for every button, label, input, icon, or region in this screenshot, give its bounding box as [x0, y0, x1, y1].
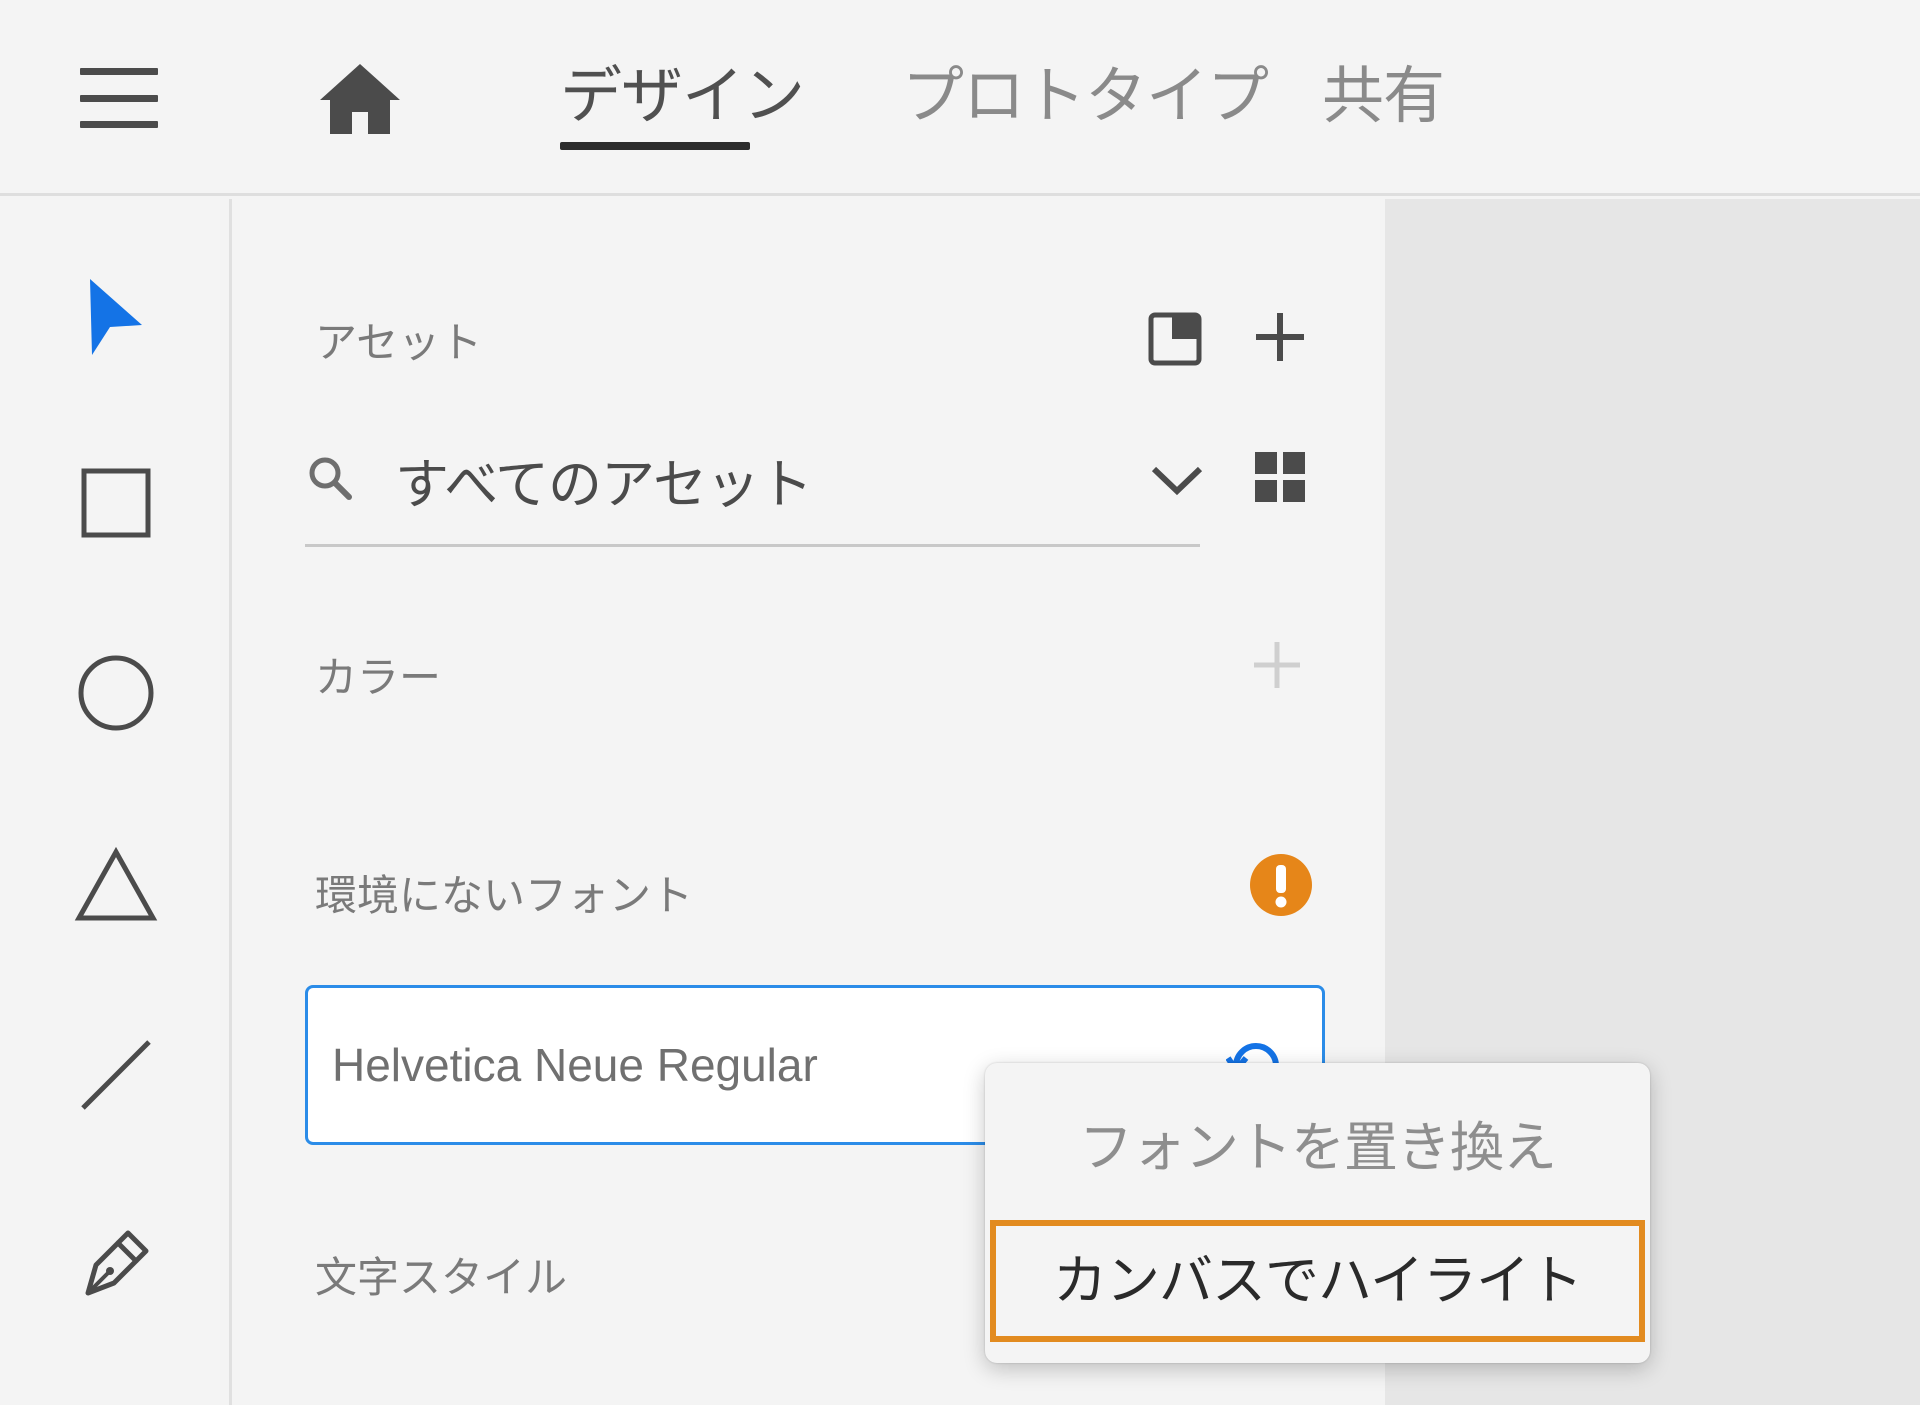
asset-filter-input[interactable]: [395, 437, 1055, 521]
add-color-icon[interactable]: [1247, 635, 1307, 695]
chevron-down-icon[interactable]: [1150, 463, 1204, 497]
pen-tool-icon[interactable]: [70, 1217, 162, 1309]
character-styles-label: 文字スタイル: [315, 1253, 568, 1302]
hamburger-menu-icon[interactable]: [80, 68, 158, 128]
tool-bar: [0, 199, 232, 1405]
menu-item-highlight-on-canvas[interactable]: カンバスでハイライト: [990, 1220, 1645, 1342]
missing-font-name: Helvetica Neue Regular: [332, 1039, 818, 1091]
rectangle-tool-icon[interactable]: [70, 457, 162, 549]
tab-prototype[interactable]: プロトタイプ: [902, 54, 1269, 196]
xd-app: デザイン プロトタイプ 共有 アセット すべてのアセット カラー 環境にないフォ…: [0, 0, 1920, 1405]
top-bar: デザイン プロトタイプ 共有: [0, 0, 1920, 196]
select-tool-icon[interactable]: [70, 271, 162, 363]
grid-view-icon[interactable]: [1250, 447, 1310, 507]
triangle-tool-icon[interactable]: [70, 839, 162, 931]
tab-design[interactable]: デザイン: [560, 54, 805, 196]
open-library-icon[interactable]: [1145, 309, 1205, 369]
asset-search-bar: [305, 419, 1203, 547]
add-asset-icon[interactable]: [1250, 307, 1310, 367]
line-tool-icon[interactable]: [70, 1029, 162, 1121]
menu-item-replace-font[interactable]: フォントを置き換え: [985, 1103, 1650, 1193]
warning-icon: [1247, 851, 1315, 919]
missing-fonts-label: 環境にないフォント: [315, 871, 694, 920]
tab-share[interactable]: 共有: [1322, 54, 1446, 196]
colors-label: カラー: [315, 653, 442, 702]
home-icon[interactable]: [318, 62, 402, 136]
assets-title: アセット: [315, 318, 483, 367]
ellipse-tool-icon[interactable]: [70, 647, 162, 739]
search-icon: [309, 457, 352, 500]
context-menu: フォントを置き換え カンバスでハイライト: [985, 1063, 1650, 1363]
